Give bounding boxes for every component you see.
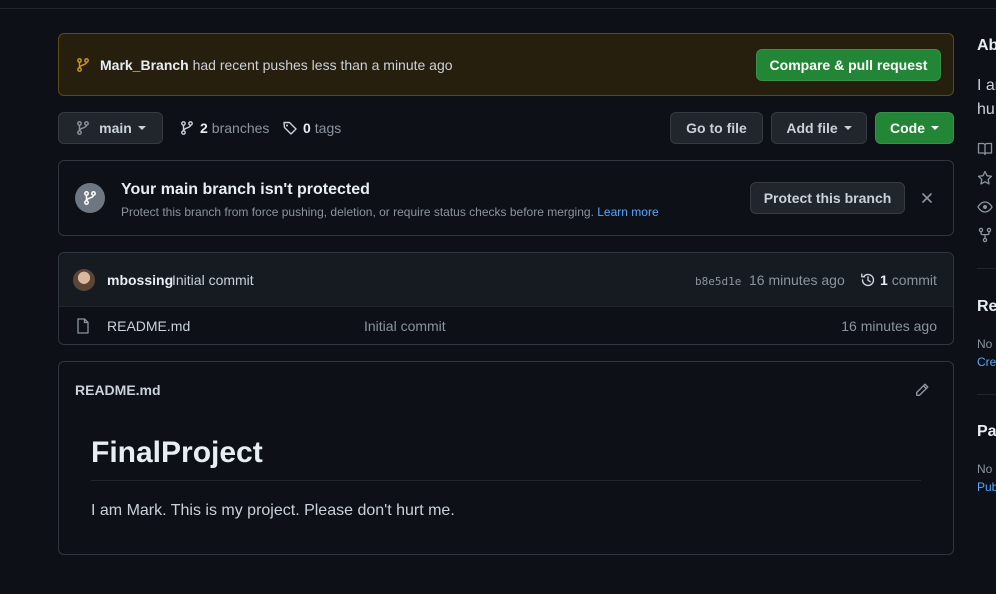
protection-description: Protect this branch from force pushing, … bbox=[121, 205, 659, 219]
file-commit-time: 16 minutes ago bbox=[841, 318, 937, 334]
code-label: Code bbox=[890, 120, 925, 136]
commit-history-link[interactable]: 1 commit bbox=[860, 272, 937, 288]
commit-sha[interactable]: b8e5d1e bbox=[695, 275, 741, 288]
current-branch-label: main bbox=[99, 120, 132, 136]
avatar[interactable] bbox=[73, 269, 95, 291]
latest-commit-row: mbossing Initial commit b8e5d1e 16 minut… bbox=[59, 253, 953, 307]
file-name[interactable]: README.md bbox=[107, 318, 190, 334]
file-row[interactable]: README.md Initial commit 16 minutes ago bbox=[59, 307, 953, 344]
git-branch-icon bbox=[179, 120, 195, 136]
branches-count: 2 bbox=[200, 120, 208, 136]
protect-branch-button[interactable]: Protect this branch bbox=[750, 182, 905, 214]
branch-select-button[interactable]: main bbox=[58, 112, 163, 144]
star-icon[interactable] bbox=[977, 170, 993, 186]
history-icon bbox=[860, 272, 876, 288]
releases-heading[interactable]: Re bbox=[977, 298, 996, 316]
recent-push-message: Mark_Branch had recent pushes less than … bbox=[100, 57, 756, 73]
recent-push-banner: Mark_Branch had recent pushes less than … bbox=[58, 33, 954, 96]
readme-panel: README.md FinalProject I am Mark. This i… bbox=[58, 361, 954, 555]
commit-label: commit bbox=[891, 272, 937, 288]
sidebar-divider bbox=[977, 394, 996, 395]
branches-label: branches bbox=[211, 120, 270, 136]
protection-title: Your main branch isn't protected bbox=[121, 181, 370, 198]
repo-sidebar: Ab I ar hu Re No Cre Pac No Pub bbox=[977, 0, 996, 594]
branches-link[interactable]: 2 branches bbox=[179, 112, 269, 144]
push-message-text: had recent pushes less than a minute ago bbox=[192, 56, 453, 73]
add-file-label: Add file bbox=[786, 120, 838, 136]
about-description-line-2: hu bbox=[977, 101, 995, 118]
pushed-branch-name[interactable]: Mark_Branch bbox=[100, 57, 189, 73]
file-icon bbox=[76, 318, 90, 334]
book-icon[interactable] bbox=[977, 141, 993, 157]
commit-count: 1 bbox=[880, 272, 888, 288]
commit-time: 16 minutes ago bbox=[749, 272, 845, 288]
file-commit-message[interactable]: Initial commit bbox=[364, 318, 446, 334]
commit-author[interactable]: mbossing bbox=[107, 272, 173, 288]
close-icon[interactable] bbox=[920, 191, 934, 205]
releases-empty-text: No bbox=[977, 337, 993, 351]
publish-package-link[interactable]: Pub bbox=[977, 480, 996, 494]
compare-pull-request-button[interactable]: Compare & pull request bbox=[756, 48, 941, 81]
go-to-file-button[interactable]: Go to file bbox=[670, 112, 763, 144]
header-divider bbox=[0, 0, 996, 9]
branch-bar: main 2 branches 0 tags Go to file Add fi… bbox=[58, 112, 954, 144]
sidebar-divider bbox=[977, 268, 996, 269]
create-release-link[interactable]: Cre bbox=[977, 355, 996, 369]
protection-description-text: Protect this branch from force pushing, … bbox=[121, 205, 594, 219]
pencil-icon[interactable] bbox=[914, 382, 930, 398]
file-browser: mbossing Initial commit b8e5d1e 16 minut… bbox=[58, 252, 954, 345]
code-button[interactable]: Code bbox=[875, 112, 954, 144]
tags-link[interactable]: 0 tags bbox=[282, 112, 341, 144]
eye-icon[interactable] bbox=[977, 199, 993, 215]
packages-heading[interactable]: Pac bbox=[977, 423, 996, 441]
tags-label: tags bbox=[314, 120, 342, 136]
add-file-button[interactable]: Add file bbox=[771, 112, 867, 144]
chevron-down-icon bbox=[137, 126, 146, 130]
chevron-down-icon bbox=[843, 126, 852, 130]
tag-icon bbox=[282, 120, 298, 136]
tags-count: 0 bbox=[303, 120, 311, 136]
git-branch-icon bbox=[75, 120, 91, 136]
about-description-line-1: I ar bbox=[977, 77, 996, 94]
about-heading: Ab bbox=[977, 37, 996, 54]
readme-filename[interactable]: README.md bbox=[75, 382, 161, 398]
repo-forked-icon[interactable] bbox=[977, 227, 993, 243]
commit-message[interactable]: Initial commit bbox=[172, 272, 254, 288]
learn-more-link[interactable]: Learn more bbox=[597, 205, 658, 219]
branch-protection-banner: Your main branch isn't protected Protect… bbox=[58, 160, 954, 236]
git-branch-icon bbox=[75, 57, 91, 73]
readme-body: I am Mark. This is my project. Please do… bbox=[91, 502, 455, 519]
chevron-down-icon bbox=[931, 126, 939, 130]
packages-empty-text: No bbox=[977, 462, 993, 476]
git-branch-icon bbox=[75, 183, 105, 213]
readme-heading: FinalProject bbox=[91, 436, 921, 481]
